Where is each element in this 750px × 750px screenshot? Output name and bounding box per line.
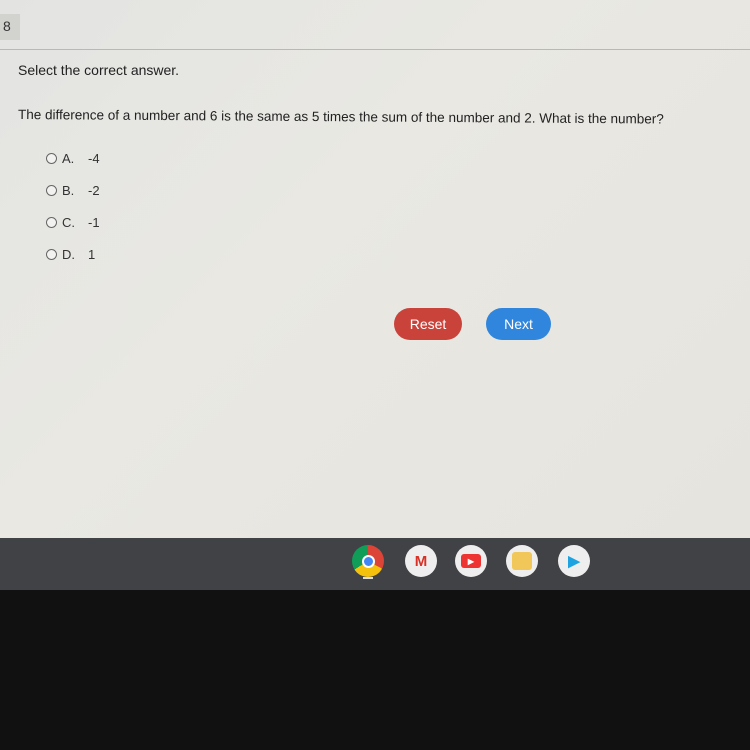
question-text: The difference of a number and 6 is the … <box>17 107 664 127</box>
instruction: Select the correct answer. <box>18 62 180 78</box>
option-value: 1 <box>88 247 96 262</box>
option-b[interactable]: B. -2 <box>46 183 100 198</box>
active-app-indicator <box>363 577 373 579</box>
option-letter: D. <box>62 247 75 262</box>
next-button[interactable]: Next <box>486 308 551 340</box>
option-value: -4 <box>88 151 100 166</box>
question-number: 8 <box>0 14 20 40</box>
option-value: -1 <box>88 215 100 230</box>
option-value: -2 <box>88 183 100 198</box>
screen: 8 Select the correct answer. The differe… <box>0 0 750 540</box>
option-a[interactable]: A. -4 <box>46 151 100 166</box>
option-letter: A. <box>62 151 75 166</box>
chrome-icon[interactable] <box>352 545 384 577</box>
radio-icon[interactable] <box>46 249 57 260</box>
option-letter: B. <box>62 183 75 198</box>
play-store-icon[interactable]: ▶ <box>558 545 590 577</box>
option-letter: C. <box>62 215 75 230</box>
radio-icon[interactable] <box>46 217 57 228</box>
radio-icon[interactable] <box>46 185 57 196</box>
top-bar: 8 <box>0 0 750 50</box>
option-d[interactable]: D. 1 <box>46 247 95 262</box>
reset-button[interactable]: Reset <box>394 308 462 340</box>
option-c[interactable]: C. -1 <box>46 215 100 230</box>
app-icon[interactable] <box>506 545 538 577</box>
gmail-icon[interactable]: M <box>405 545 437 577</box>
youtube-icon[interactable]: ▶ <box>455 545 487 577</box>
radio-icon[interactable] <box>46 153 57 164</box>
